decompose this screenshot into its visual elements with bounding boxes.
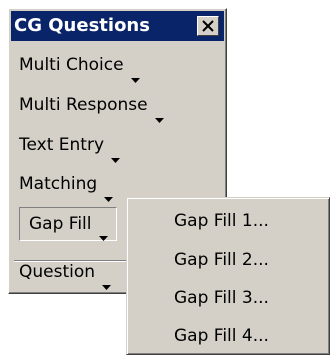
question-button[interactable]: Question (19, 257, 112, 290)
question-label: Question (19, 262, 96, 282)
matching-button[interactable]: Matching (19, 169, 114, 202)
dropdown-arrow-icon (154, 103, 164, 133)
dropdown-arrow-icon (98, 222, 108, 250)
toolbar-title: CG Questions (14, 15, 150, 36)
menu-item-gap-fill-2[interactable]: Gap Fill 2... (174, 246, 269, 274)
multi-choice-label: Multi Choice (19, 55, 124, 75)
menu-item-gap-fill-4[interactable]: Gap Fill 4... (174, 322, 269, 350)
menu-item-gap-fill-1[interactable]: Gap Fill 1... (174, 207, 269, 235)
gap-fill-button[interactable]: Gap Fill (19, 207, 117, 241)
multi-response-button[interactable]: Multi Response (19, 90, 164, 123)
multi-response-label: Multi Response (19, 95, 148, 115)
multi-choice-button[interactable]: Multi Choice (19, 50, 140, 83)
close-icon (202, 20, 214, 32)
gap-fill-label: Gap Fill (29, 214, 92, 234)
dropdown-arrow-icon (130, 63, 140, 93)
menu-item-gap-fill-3[interactable]: Gap Fill 3... (174, 284, 269, 312)
close-button[interactable] (197, 16, 219, 36)
dropdown-arrow-icon (102, 270, 112, 300)
text-entry-label: Text Entry (19, 135, 105, 155)
text-entry-button[interactable]: Text Entry (19, 130, 121, 163)
matching-label: Matching (19, 174, 98, 194)
toolbar-titlebar[interactable]: CG Questions (11, 11, 224, 41)
gap-fill-menu: Gap Fill 1... Gap Fill 2... Gap Fill 3..… (126, 197, 330, 355)
